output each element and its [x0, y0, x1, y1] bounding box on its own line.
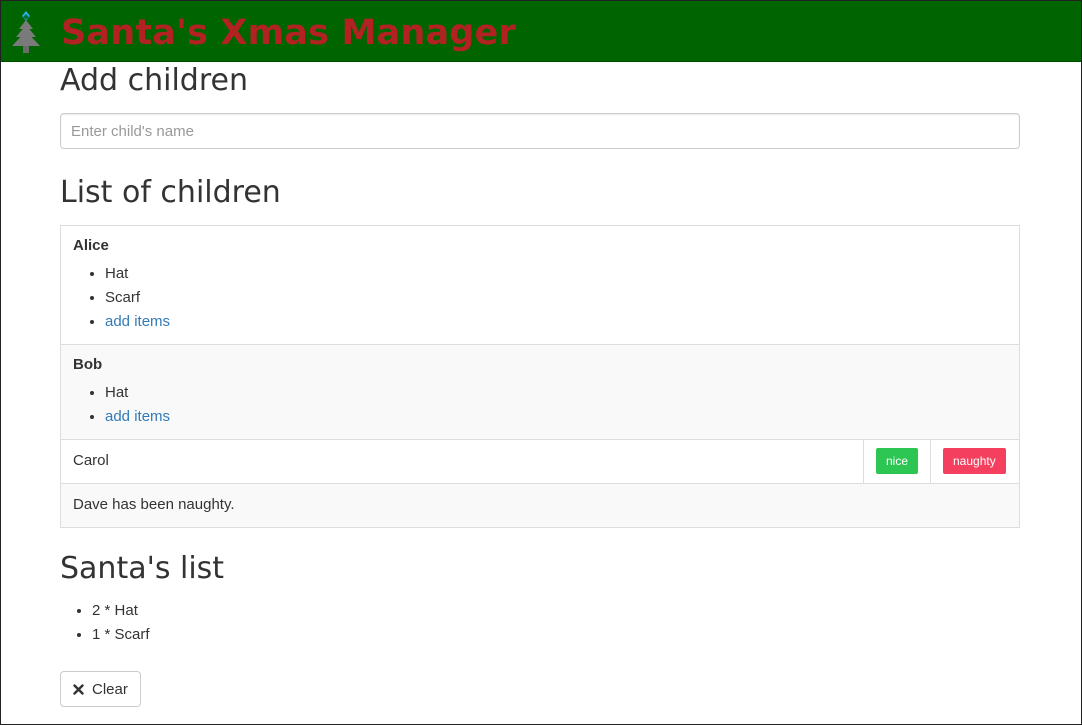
santas-list-heading: Santa's list: [60, 551, 225, 586]
app-title: Santa's Xmas Manager: [61, 13, 516, 53]
children-table: Alice Hat Scarf add items Bob Hat add it…: [60, 225, 1020, 528]
child-cell-bob: Bob Hat add items: [60, 344, 1020, 440]
christmas-tree-icon: [12, 11, 40, 53]
child-name: Alice: [73, 237, 109, 254]
navbar: Santa's Xmas Manager: [1, 1, 1081, 62]
wish-item: Hat: [105, 262, 1007, 286]
table-row: Bob Hat add items: [60, 344, 1020, 440]
table-row: Dave has been naughty.: [60, 483, 1020, 528]
add-items-item: add items: [105, 405, 1007, 429]
nice-cell: nice: [863, 439, 931, 484]
child-cell-alice: Alice Hat Scarf add items: [60, 225, 1020, 345]
child-name: Bob: [73, 356, 103, 373]
main-content: Add children List of children Alice Hat …: [60, 62, 1020, 707]
clear-label: Clear: [92, 680, 128, 698]
wish-list: Hat add items: [73, 381, 1007, 429]
add-children-heading: Add children: [60, 63, 248, 98]
add-items-link[interactable]: add items: [105, 313, 170, 330]
list-of-children-heading: List of children: [60, 175, 281, 210]
naughty-message: Dave has been naughty.: [60, 483, 1020, 528]
table-row: Alice Hat Scarf add items: [60, 225, 1020, 345]
list-item: 2 * Hat: [92, 599, 1020, 623]
child-name-input[interactable]: [60, 113, 1020, 149]
close-icon: [73, 683, 84, 695]
add-items-link[interactable]: add items: [105, 408, 170, 425]
wish-item: Scarf: [105, 286, 1007, 310]
table-row: Carol nice naughty: [60, 439, 1020, 484]
naughty-cell: naughty: [930, 439, 1020, 484]
santas-list: 2 * Hat 1 * Scarf: [60, 599, 1020, 647]
wish-list: Hat Scarf add items: [73, 262, 1007, 334]
wish-item: Hat: [105, 381, 1007, 405]
naughty-button[interactable]: naughty: [943, 448, 1006, 474]
child-name-carol: Carol: [60, 439, 864, 484]
list-item: 1 * Scarf: [92, 623, 1020, 647]
add-items-item: add items: [105, 310, 1007, 334]
clear-button[interactable]: Clear: [60, 671, 141, 707]
nice-button[interactable]: nice: [876, 448, 919, 474]
